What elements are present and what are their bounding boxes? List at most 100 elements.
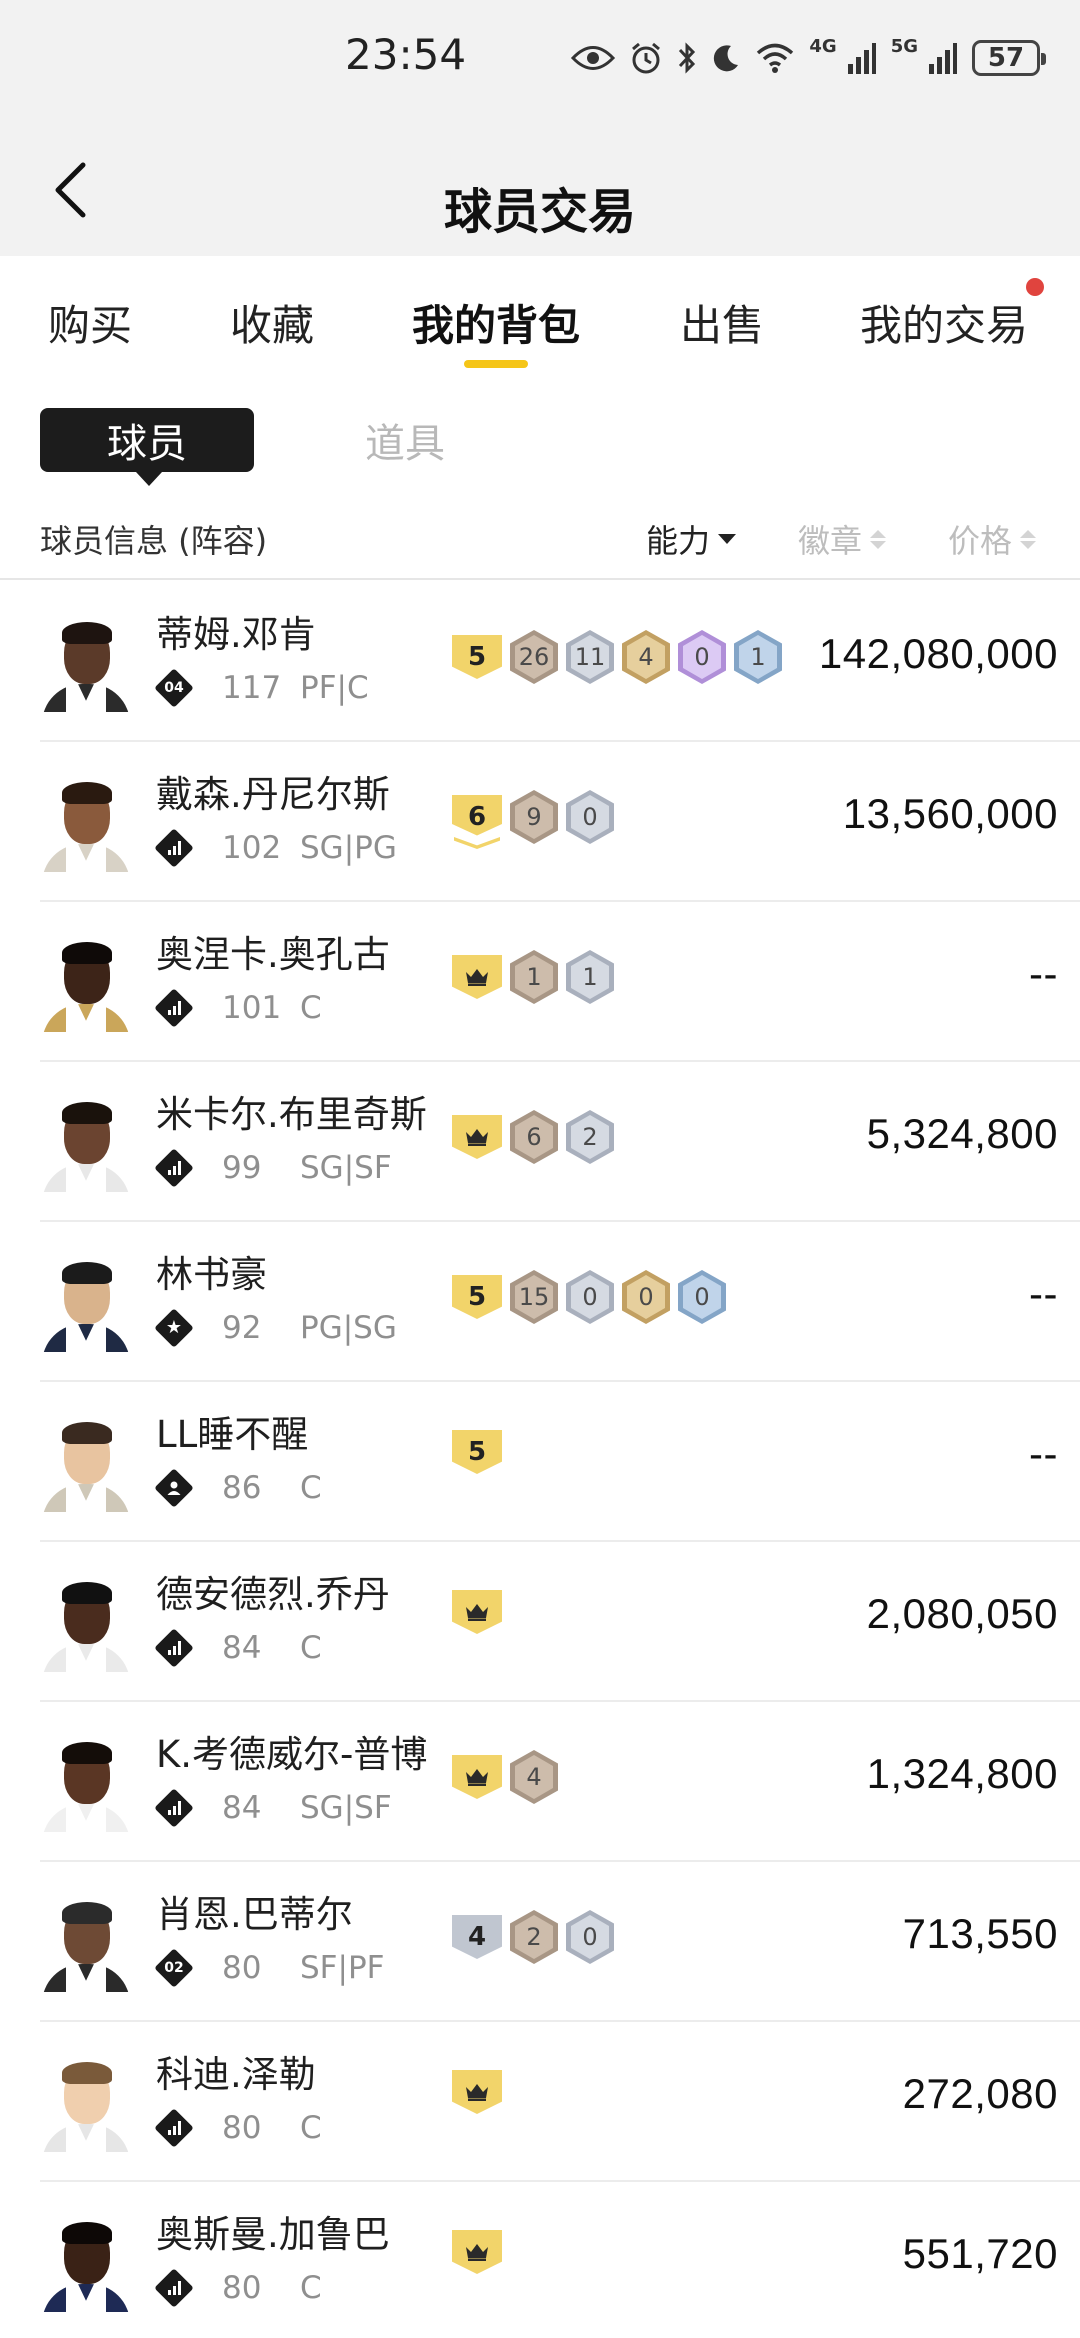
eye-icon	[571, 43, 616, 73]
player-position: PG|SG	[300, 1310, 397, 1346]
player-row[interactable]: 德安德烈.乔丹 84 C 2,080,050	[40, 1542, 1080, 1702]
level-number: 5	[467, 1282, 487, 1312]
player-avatar	[40, 1892, 132, 1992]
player-badges	[452, 2230, 502, 2274]
signal-icon	[847, 42, 877, 74]
level-number: 4	[467, 1922, 487, 1952]
column-header: 球员信息 (阵容) 能力 徽章 价格	[0, 500, 1080, 580]
player-avatar	[40, 1732, 132, 1832]
sort-badge[interactable]: 徽章	[798, 516, 887, 562]
player-badges: 420	[452, 1910, 614, 1964]
player-price: --	[1029, 1270, 1058, 1317]
battery-icon: 57	[972, 40, 1046, 76]
signal-bars-icon	[154, 1148, 194, 1188]
tab-sell[interactable]: 出售	[680, 292, 764, 353]
player-position: SG|SF	[300, 1150, 392, 1186]
player-price: 713,550	[902, 1910, 1058, 1957]
tier-number: 02	[164, 1960, 184, 1976]
column-ability-label: 能力	[646, 522, 711, 560]
player-avatar	[40, 772, 132, 872]
player-price: 551,720	[902, 2230, 1058, 2277]
signal-icon	[928, 42, 958, 74]
player-meta: 102 SG|PG	[154, 828, 397, 868]
badge-count-hex: 1	[734, 630, 782, 684]
player-name: 科迪.泽勒	[156, 2053, 316, 2096]
player-meta: 04 117 PF|C	[154, 668, 369, 708]
player-name: 奥涅卡.奥孔古	[156, 933, 390, 976]
player-row[interactable]: 奥涅卡.奥孔古 101 C 1 1 --	[40, 902, 1080, 1062]
player-badges	[452, 1590, 502, 1634]
crown-icon	[452, 955, 502, 999]
player-avatar	[40, 612, 132, 712]
badge-count-hex: 2	[510, 1910, 558, 1964]
player-name: 蒂姆.邓肯	[156, 613, 316, 656]
badge-count-hex: 0	[566, 1270, 614, 1324]
status-bar: 23:54 4G 5G 57	[0, 0, 1080, 120]
alarm-icon	[629, 41, 663, 75]
player-avatar	[40, 1572, 132, 1672]
player-row[interactable]: LL睡不醒 86 C 5 --	[40, 1382, 1080, 1542]
status-icons: 4G 5G 57	[571, 34, 1046, 82]
badge-count-hex: 1	[510, 950, 558, 1004]
player-meta: ★ 92 PG|SG	[154, 1308, 397, 1348]
segment-items[interactable]: 道具	[330, 408, 480, 472]
player-name: 德安德烈.乔丹	[156, 1573, 390, 1616]
tab-my-trades[interactable]: 我的交易	[860, 292, 1028, 353]
player-avatar	[40, 1252, 132, 1352]
player-row[interactable]: 蒂姆.邓肯 04 117 PF|C 5 26 11 4 0 1 142,080,000	[40, 582, 1080, 742]
badge-count-hex: 15	[510, 1270, 558, 1324]
signal-bars-icon	[154, 1628, 194, 1668]
tab-buy[interactable]: 购买	[48, 292, 132, 353]
player-rating: 117	[222, 670, 282, 706]
player-name: 肖恩.巴蒂尔	[156, 1893, 353, 1936]
player-price: 142,080,000	[818, 630, 1058, 677]
badge-count-hex: 26	[510, 630, 558, 684]
level-number: 5	[467, 642, 487, 672]
player-list: 蒂姆.邓肯 04 117 PF|C 5 26 11 4 0 1 142,080,000 戴森.丹尼尔斯…	[0, 582, 1080, 2338]
badge-count-hex: 1	[566, 950, 614, 1004]
sort-ability[interactable]: 能力	[646, 516, 737, 562]
level-badge: 6	[452, 795, 502, 839]
player-row[interactable]: 米卡尔.布里奇斯 99 SG|SF 6 2 5,324,800	[40, 1062, 1080, 1222]
player-price: 5,324,800	[866, 1110, 1058, 1157]
player-avatar	[40, 1412, 132, 1512]
bluetooth-icon	[677, 41, 697, 75]
signal-bars-icon	[154, 1788, 194, 1828]
player-position: SG|PG	[300, 830, 397, 866]
segment-players[interactable]: 球员	[40, 408, 254, 486]
player-position: C	[300, 990, 322, 1026]
tab-my-backpack[interactable]: 我的背包	[412, 292, 580, 353]
notification-dot	[1026, 278, 1044, 296]
player-row[interactable]: 肖恩.巴蒂尔 02 80 SF|PF 4 2 0 713,550	[40, 1862, 1080, 2022]
player-name: K.考德威尔-普博	[156, 1733, 428, 1776]
player-rating: 86	[222, 1470, 262, 1506]
badge-count-hex: 11	[566, 630, 614, 684]
signal-bars-icon	[154, 2268, 194, 2308]
sort-desc-icon	[718, 534, 737, 544]
player-position: SF|PF	[300, 1950, 385, 1986]
player-row[interactable]: 林书豪 ★ 92 PG|SG 5 15 0 0 0 --	[40, 1222, 1080, 1382]
player-row[interactable]: 戴森.丹尼尔斯 102 SG|PG 6 9 0 13,560,000	[40, 742, 1080, 902]
player-row[interactable]: K.考德威尔-普博 84 SG|SF 4 1,324,800	[40, 1702, 1080, 1862]
column-price-label: 价格	[948, 522, 1013, 560]
level-number: 6	[467, 802, 487, 832]
badge-count-hex: 9	[510, 790, 558, 844]
player-price: 272,080	[902, 2070, 1058, 2117]
player-price: 2,080,050	[866, 1590, 1058, 1637]
network-label-5g: 5G	[890, 36, 918, 57]
player-row[interactable]: 奥斯曼.加鲁巴 80 C 551,720	[40, 2182, 1080, 2338]
network-label-4g: 4G	[809, 36, 837, 57]
player-rating: 84	[222, 1790, 262, 1826]
badge-count-hex: 2	[566, 1110, 614, 1164]
player-badges: 62	[452, 1110, 614, 1164]
crown-icon	[452, 2230, 502, 2274]
person-icon	[154, 1468, 194, 1508]
player-price: 1,324,800	[866, 1750, 1058, 1797]
moon-icon	[711, 43, 741, 73]
tab-favorites[interactable]: 收藏	[230, 292, 314, 353]
sort-price[interactable]: 价格	[948, 516, 1037, 562]
player-row[interactable]: 科迪.泽勒 80 C 272,080	[40, 2022, 1080, 2182]
player-name: LL睡不醒	[156, 1413, 309, 1456]
player-position: C	[300, 2110, 322, 2146]
badge-count-hex: 0	[622, 1270, 670, 1324]
